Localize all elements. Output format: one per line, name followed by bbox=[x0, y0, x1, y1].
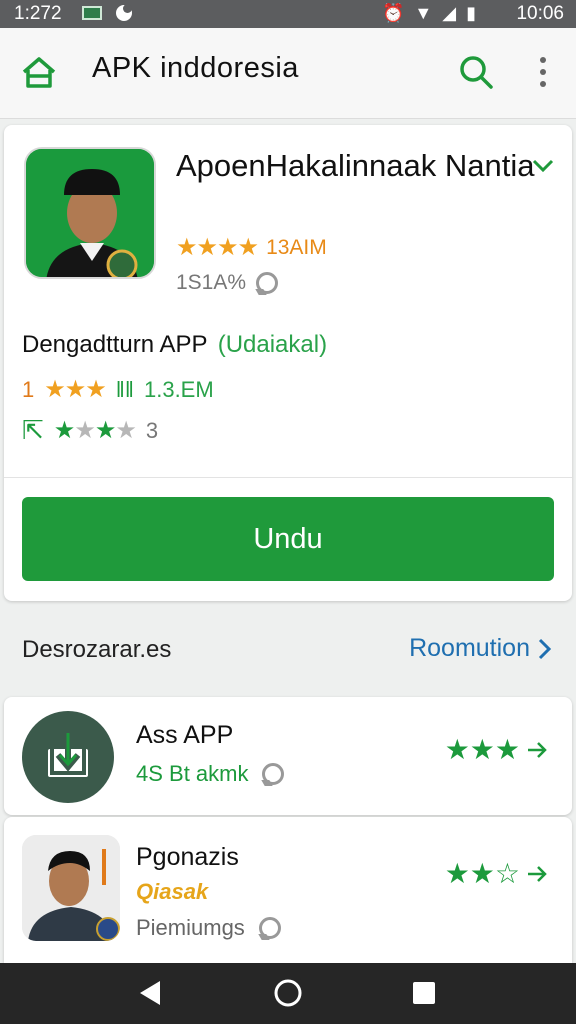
alarm-icon: ⏰ bbox=[382, 3, 405, 23]
chevron-right-icon bbox=[538, 638, 552, 659]
list-item[interactable]: Ass APP 4S Bt akmk ★★★ bbox=[4, 697, 572, 815]
more-options-icon[interactable] bbox=[536, 56, 550, 90]
chevron-down-icon[interactable] bbox=[532, 159, 554, 173]
app-rating: ★★★★ 13AIM bbox=[176, 233, 327, 262]
list-item-subtitle: 4S Bt akmk bbox=[136, 761, 249, 786]
back-icon[interactable] bbox=[134, 977, 166, 1009]
more-link-label: Roomution bbox=[409, 634, 530, 662]
review-count: 3 bbox=[145, 417, 159, 443]
more-link[interactable]: Roomution bbox=[409, 634, 552, 663]
app-percent-row: 1S1A% bbox=[176, 271, 279, 295]
list-item-meta: 4S Bt akmk bbox=[136, 761, 285, 787]
list-item[interactable]: Pgonazis Qiasak Piemiumgs ★★☆ bbox=[4, 817, 572, 963]
do-not-disturb-icon bbox=[116, 4, 132, 21]
app-size: 1.3.EM bbox=[143, 376, 214, 402]
subtitle-text: Dengadtturn APP bbox=[22, 331, 208, 358]
app-stats-row: 1 ★★★ ‖‖ 1.3.EM bbox=[22, 375, 214, 404]
stats-number: 1 bbox=[22, 376, 35, 402]
status-bar: 1:272 ⏰ ▼ ◢ ▮ 10:06 bbox=[0, 0, 576, 28]
notification-icon bbox=[82, 6, 102, 20]
bars-icon: ‖‖ bbox=[115, 376, 134, 402]
comment-icon bbox=[262, 763, 285, 785]
rating-text: 13AIM bbox=[266, 235, 327, 259]
list-item-stars: ★★★ bbox=[445, 733, 548, 766]
recents-icon[interactable] bbox=[408, 977, 440, 1009]
home-icon[interactable] bbox=[20, 54, 58, 92]
review-stars: ★★★★ bbox=[53, 417, 137, 444]
status-clock: 10:06 bbox=[516, 3, 564, 24]
wifi-icon: ▼ bbox=[414, 3, 433, 23]
download-app-icon bbox=[22, 711, 114, 803]
status-icons: ⏰ ▼ ◢ ▮ bbox=[382, 3, 476, 24]
rating-stars: ★★★★ bbox=[176, 234, 259, 261]
stats-stars: ★★★ bbox=[44, 376, 107, 403]
star-icon: ★★★ bbox=[444, 734, 520, 765]
app-name: ApoenHakalinnaak Nantia bbox=[176, 148, 535, 183]
app-subtitle: Dengadtturn APP (Udaiakal) bbox=[22, 331, 327, 359]
download-button[interactable]: Undu bbox=[22, 497, 554, 581]
status-time: 1:272 bbox=[14, 3, 62, 24]
comment-icon bbox=[256, 272, 279, 294]
list-item-stars: ★★☆ bbox=[445, 857, 548, 890]
app-icon bbox=[24, 147, 156, 279]
avatar bbox=[22, 835, 120, 941]
section-header: Desrozarar.es Roomution bbox=[0, 620, 576, 680]
list-item-title: Pgonazis bbox=[136, 843, 239, 871]
battery-icon: ▮ bbox=[466, 3, 476, 23]
app-detail-card: ApoenHakalinnaak Nantia ★★★★ 13AIM 1S1A%… bbox=[4, 125, 572, 601]
share-icon: ⇱ bbox=[22, 415, 44, 445]
search-icon[interactable] bbox=[456, 52, 496, 92]
app-icon-portrait bbox=[26, 149, 154, 277]
percent-text: 1S1A% bbox=[176, 271, 247, 294]
divider bbox=[4, 477, 572, 478]
arrow-right-icon bbox=[528, 741, 547, 758]
subtitle-tag: (Udaiakal) bbox=[217, 331, 328, 358]
list-item-title: Ass APP bbox=[136, 721, 234, 749]
comment-icon bbox=[258, 917, 281, 939]
app-bar-title: APK inddoresia bbox=[92, 52, 299, 84]
system-nav-bar bbox=[0, 963, 576, 1024]
app-review-row: ⇱ ★★★★ 3 bbox=[22, 415, 158, 446]
star-icon: ★★☆ bbox=[444, 858, 520, 889]
list-item-subtitle: Qiasak bbox=[136, 879, 209, 904]
signal-icon: ◢ bbox=[442, 3, 457, 23]
section-title: Desrozarar.es bbox=[22, 636, 172, 663]
arrow-right-icon bbox=[528, 865, 547, 882]
list-item-secondary: Piemiumgs bbox=[136, 915, 245, 940]
list-item-meta: Piemiumgs bbox=[136, 915, 281, 941]
app-bar: APK inddoresia bbox=[0, 28, 576, 119]
home-button-icon[interactable] bbox=[272, 977, 304, 1009]
